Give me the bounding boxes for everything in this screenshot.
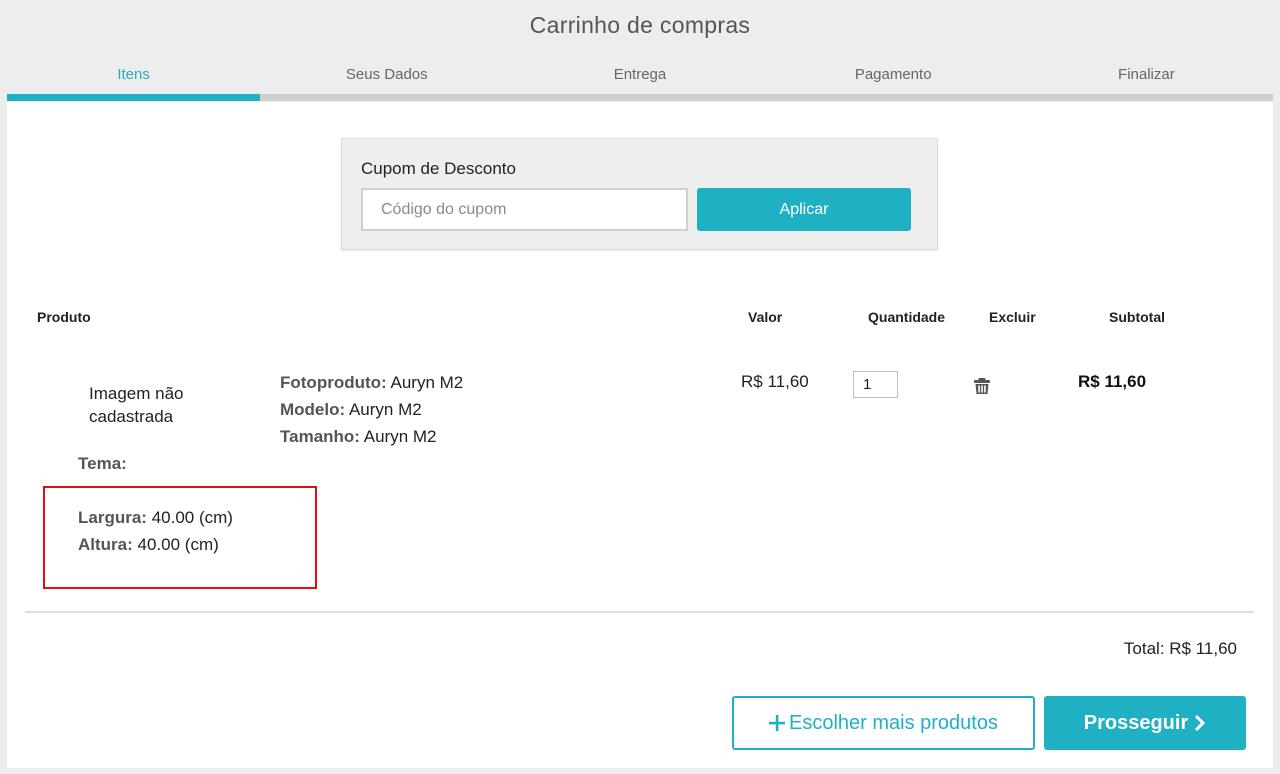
attr-tema-label: Tema:	[78, 454, 127, 473]
page-title: Carrinho de compras	[529, 12, 751, 38]
apply-coupon-button[interactable]: Aplicar	[697, 188, 911, 231]
checkout-steps: Itens Seus Dados Entrega Pagamento Final…	[7, 66, 1273, 102]
chevron-right-icon	[1194, 714, 1206, 732]
attr-tamanho-value: Auryn M2	[363, 427, 437, 446]
coupon-title: Cupom de Desconto	[361, 159, 516, 178]
attr-modelo-label: Modelo:	[280, 400, 346, 419]
step-progress-bar	[7, 94, 1273, 101]
attr-tamanho: Tamanho: Auryn M2	[280, 427, 437, 447]
step-itens[interactable]: Itens	[7, 66, 260, 83]
item-subtotal: R$ 11,60	[1078, 372, 1147, 391]
header-subtotal: Subtotal	[1109, 309, 1165, 325]
cart-total: Total: R$ 11,60	[1123, 639, 1237, 658]
attr-altura-label: Altura:	[78, 535, 133, 554]
attr-largura-value: 40.00 (cm)	[151, 508, 233, 527]
header-valor: Valor	[748, 309, 783, 325]
header-produto: Produto	[37, 309, 91, 325]
attr-modelo: Modelo: Auryn M2	[280, 400, 422, 420]
step-finalizar[interactable]: Finalizar	[1020, 66, 1273, 83]
step-progress-fill	[7, 94, 260, 101]
proceed-label: Prosseguir	[1083, 711, 1189, 734]
attr-largura-label: Largura:	[78, 508, 147, 527]
product-image-placeholder: Imagem não cadastrada	[89, 384, 184, 426]
attr-modelo-value: Auryn M2	[348, 400, 422, 419]
choose-more-products-button[interactable]: Escolher mais produtos	[732, 696, 1035, 750]
step-pagamento[interactable]: Pagamento	[767, 66, 1020, 83]
header-quantidade: Quantidade	[868, 309, 946, 325]
coupon-box: Cupom de Desconto Aplicar	[341, 138, 938, 250]
step-entrega[interactable]: Entrega	[513, 66, 766, 83]
header-excluir: Excluir	[989, 309, 1036, 325]
proceed-button[interactable]: Prosseguir	[1044, 696, 1246, 750]
attr-fotoproduto-value: Auryn M2	[390, 373, 464, 392]
trash-icon[interactable]	[973, 377, 991, 395]
divider	[25, 611, 1254, 613]
attr-largura: Largura: 40.00 (cm)	[78, 508, 233, 528]
choose-more-products-label: Escolher mais produtos	[789, 711, 998, 734]
quantity-input[interactable]	[853, 371, 898, 398]
plus-icon	[769, 715, 785, 731]
step-seus-dados[interactable]: Seus Dados	[260, 66, 513, 83]
attr-tema: Tema:	[78, 454, 127, 474]
attr-fotoproduto: Fotoproduto: Auryn M2	[280, 373, 463, 393]
cart-panel: Cupom de Desconto Aplicar Produto Valor …	[7, 102, 1273, 768]
attr-fotoproduto-label: Fotoproduto:	[280, 373, 387, 392]
coupon-code-input[interactable]	[361, 188, 688, 231]
attr-altura-value: 40.00 (cm)	[137, 535, 219, 554]
attr-tamanho-label: Tamanho:	[280, 427, 360, 446]
item-price: R$ 11,60	[741, 372, 809, 391]
attr-altura: Altura: 40.00 (cm)	[78, 535, 219, 555]
